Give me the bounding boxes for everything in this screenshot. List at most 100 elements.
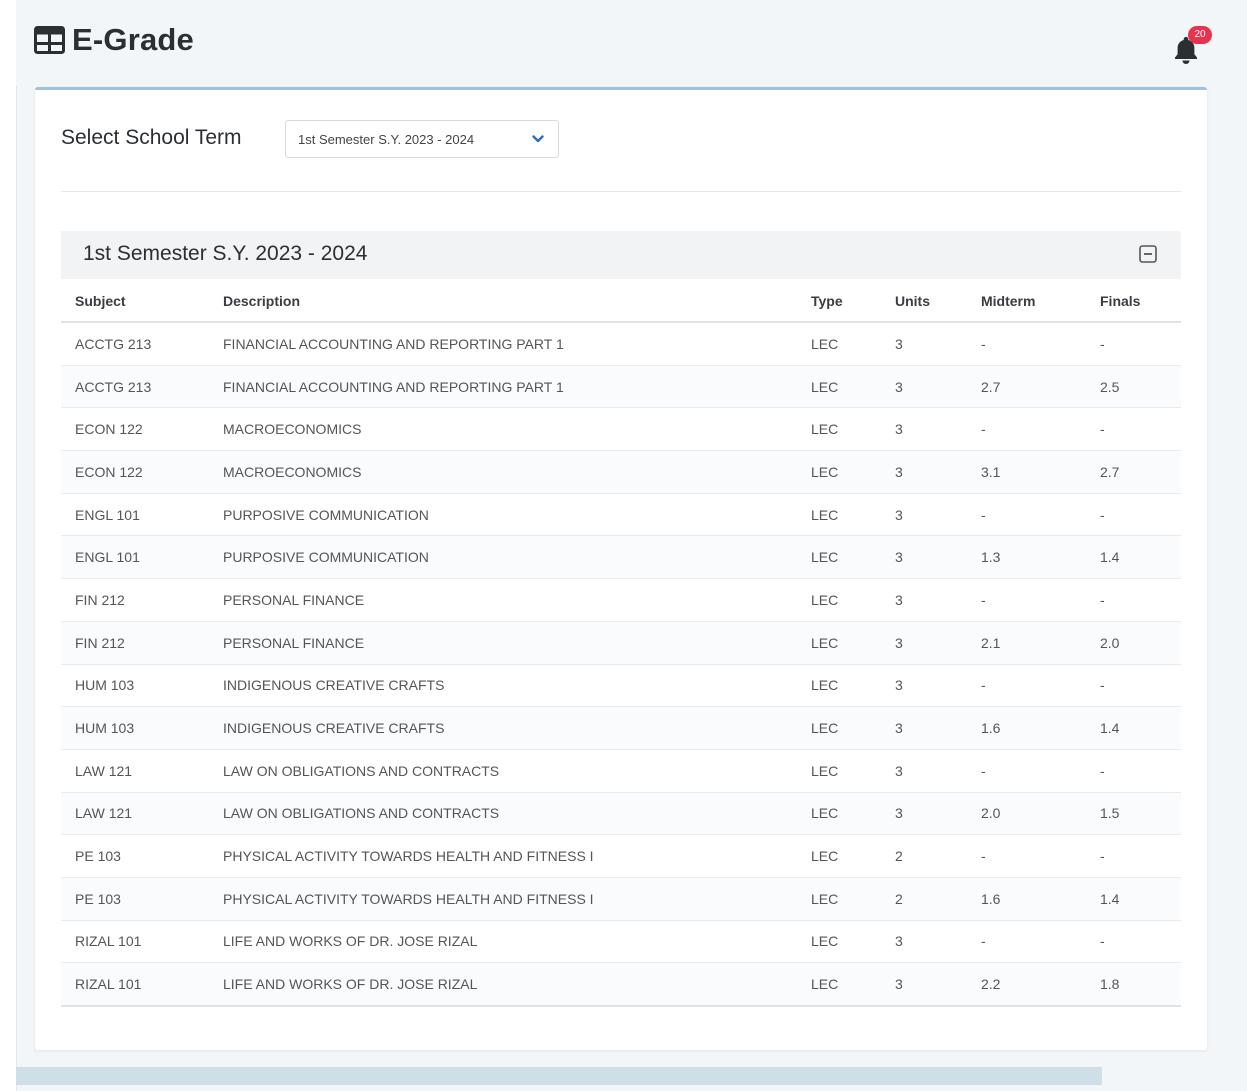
collapse-minus-icon[interactable] — [1138, 244, 1158, 264]
finals-cell: - — [1086, 578, 1181, 622]
finals-cell: 1.5 — [1086, 792, 1181, 836]
description-cell: LAW ON OBLIGATIONS AND CONTRACTS — [209, 749, 797, 793]
table-row: HUM 103 INDIGENOUS CREATIVE CRAFTS LEC 3 1.6… — [61, 706, 1181, 750]
units-cell: 2 — [881, 877, 967, 921]
description-cell: PHYSICAL ACTIVITY TOWARDS HEALTH AND FIT… — [209, 834, 797, 878]
subject-cell: ENGL 101 — [61, 493, 209, 537]
midterm-cell: 1.3 — [967, 535, 1086, 580]
grades-card: Select School Term 1st Semester S.Y. 202… — [35, 87, 1207, 1050]
units-cell: 3 — [881, 407, 967, 452]
type-cell: LEC — [797, 535, 881, 580]
sidebar-edge — [0, 0, 17, 1091]
midterm-cell: - — [967, 920, 1086, 964]
description-cell: MACROECONOMICS — [209, 450, 797, 494]
column-header-finals: Finals — [1086, 281, 1181, 323]
midterm-cell: - — [967, 493, 1086, 537]
description-cell: LAW ON OBLIGATIONS AND CONTRACTS — [209, 792, 797, 836]
description-cell: PHYSICAL ACTIVITY TOWARDS HEALTH AND FIT… — [209, 877, 797, 921]
term-select-value: 1st Semester S.Y. 2023 - 2024 — [298, 131, 475, 147]
units-cell: 3 — [881, 365, 967, 409]
finals-cell: 2.0 — [1086, 621, 1181, 665]
units-cell: 3 — [881, 535, 967, 580]
app-title: E-Grade — [34, 22, 194, 58]
finals-cell: 2.5 — [1086, 365, 1181, 409]
term-select[interactable]: 1st Semester S.Y. 2023 - 2024 — [285, 120, 559, 158]
description-cell: LIFE AND WORKS OF DR. JOSE RIZAL — [209, 962, 797, 1008]
subject-cell: PE 103 — [61, 834, 209, 878]
midterm-cell: - — [967, 322, 1086, 366]
description-cell: MACROECONOMICS — [209, 407, 797, 452]
units-cell: 3 — [881, 322, 967, 366]
subject-cell: ENGL 101 — [61, 535, 209, 580]
type-cell: LEC — [797, 365, 881, 409]
table-row: PE 103 PHYSICAL ACTIVITY TOWARDS HEALTH A… — [61, 834, 1181, 878]
subject-cell: ACCTG 213 — [61, 365, 209, 409]
type-cell: LEC — [797, 493, 881, 537]
units-cell: 3 — [881, 578, 967, 622]
type-cell: LEC — [797, 322, 881, 366]
table-row: FIN 212 PERSONAL FINANCE LEC 3- - — [61, 578, 1181, 622]
column-header-units: Units — [881, 281, 967, 323]
subject-cell: FIN 212 — [61, 578, 209, 622]
term-label: Select School Term — [61, 126, 242, 149]
description-cell: INDIGENOUS CREATIVE CRAFTS — [209, 706, 797, 750]
type-cell: LEC — [797, 706, 881, 750]
midterm-cell: 2.1 — [967, 621, 1086, 665]
table-row: ENGL 101 PURPOSIVE COMMUNICATION LEC 3- - — [61, 493, 1181, 537]
midterm-cell: - — [967, 749, 1086, 793]
table-row: ACCTG 213 FINANCIAL ACCOUNTING AND REPORT… — [61, 322, 1181, 366]
finals-cell: - — [1086, 322, 1181, 366]
subject-cell: ACCTG 213 — [61, 322, 209, 366]
notification-badge: 20 — [1188, 26, 1212, 44]
table-row: LAW 121 LAW ON OBLIGATIONS AND CONTRACTS L… — [61, 749, 1181, 793]
table-row: FIN 212 PERSONAL FINANCE LEC 3 2.1 2.0 — [61, 621, 1181, 665]
subject-cell: HUM 103 — [61, 664, 209, 708]
midterm-cell: 2.7 — [967, 365, 1086, 409]
subject-cell: LAW 121 — [61, 792, 209, 836]
midterm-cell: - — [967, 834, 1086, 878]
table-row: HUM 103 INDIGENOUS CREATIVE CRAFTS LEC 3- - — [61, 664, 1181, 708]
subject-cell: ECON 122 — [61, 407, 209, 452]
units-cell: 3 — [881, 920, 967, 964]
units-cell: 3 — [881, 962, 967, 1008]
type-cell: LEC — [797, 407, 881, 452]
table-grid-icon — [34, 26, 65, 54]
type-cell: LEC — [797, 450, 881, 494]
units-cell: 3 — [881, 706, 967, 750]
type-cell: LEC — [797, 578, 881, 622]
description-cell: FINANCIAL ACCOUNTING AND REPORTING PART … — [209, 365, 797, 409]
notifications-button[interactable]: 20 — [1170, 26, 1212, 68]
type-cell: LEC — [797, 834, 881, 878]
midterm-cell: 2.2 — [967, 962, 1086, 1008]
midterm-cell: 3.1 — [967, 450, 1086, 494]
finals-cell: 2.7 — [1086, 450, 1181, 494]
grades-table-body: ACCTG 213 FINANCIAL ACCOUNTING AND REPORT… — [61, 322, 1181, 1008]
finals-cell: - — [1086, 834, 1181, 878]
app-title-text: E-Grade — [72, 22, 194, 57]
horizontal-scrollbar[interactable] — [16, 1067, 1102, 1085]
description-cell: PURPOSIVE COMMUNICATION — [209, 535, 797, 580]
finals-cell: 1.4 — [1086, 877, 1181, 921]
finals-cell: - — [1086, 664, 1181, 708]
subject-cell: PE 103 — [61, 877, 209, 921]
subject-cell: RIZAL 101 — [61, 962, 209, 1008]
description-cell: FINANCIAL ACCOUNTING AND REPORTING PART … — [209, 322, 797, 366]
table-row: ENGL 101 PURPOSIVE COMMUNICATION LEC 3 1.3 1.… — [61, 535, 1181, 580]
semester-header: 1st Semester S.Y. 2023 - 2024 — [61, 231, 1181, 279]
table-row: RIZAL 101 LIFE AND WORKS OF DR. JOSE RIZA… — [61, 920, 1181, 964]
units-cell: 3 — [881, 450, 967, 494]
description-cell: LIFE AND WORKS OF DR. JOSE RIZAL — [209, 920, 797, 964]
units-cell: 3 — [881, 792, 967, 836]
subject-cell: FIN 212 — [61, 621, 209, 665]
finals-cell: - — [1086, 407, 1181, 452]
finals-cell: 1.8 — [1086, 962, 1181, 1008]
table-row: ECON 122 MACROECONOMICS LEC 3 3.1 2.7 — [61, 450, 1181, 494]
table-row: ACCTG 213 FINANCIAL ACCOUNTING AND REPORT… — [61, 365, 1181, 409]
subject-cell: LAW 121 — [61, 749, 209, 793]
finals-cell: - — [1086, 493, 1181, 537]
column-header-subject: Subject — [61, 281, 209, 323]
midterm-cell: 2.0 — [967, 792, 1086, 836]
column-header-type: Type — [797, 281, 881, 323]
subject-cell: HUM 103 — [61, 706, 209, 750]
units-cell: 3 — [881, 493, 967, 537]
